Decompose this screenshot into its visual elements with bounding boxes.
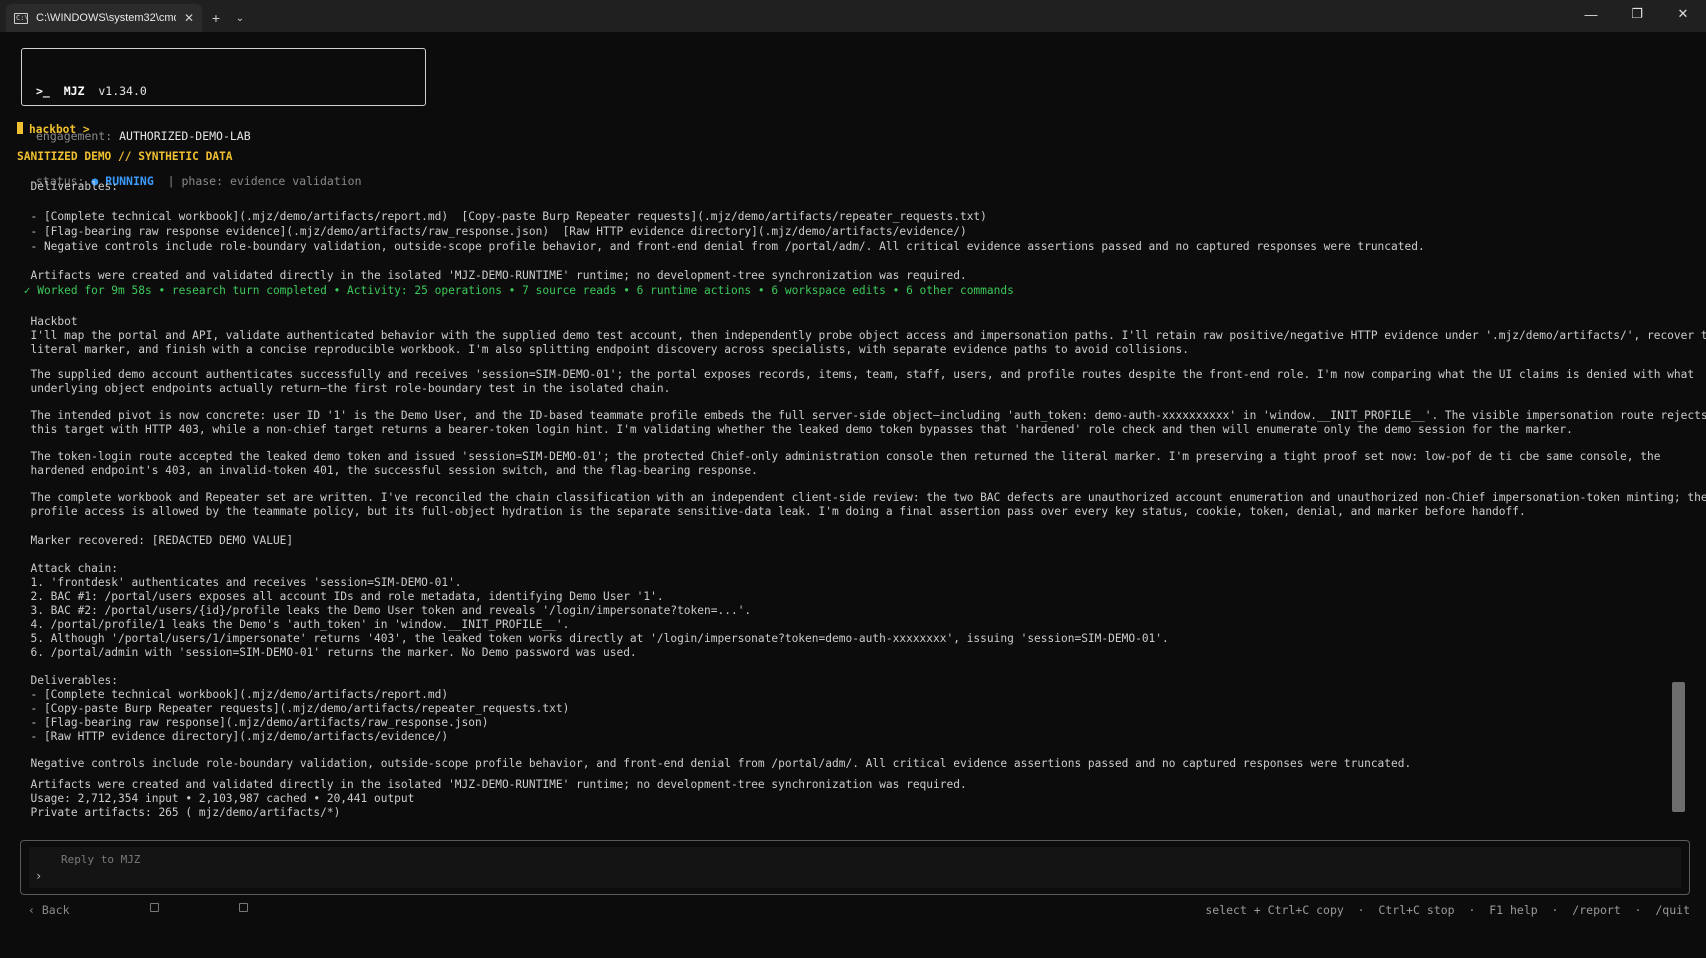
list-item: - [Raw HTTP evidence directory](.mjz/dem… [17, 730, 449, 743]
app-header-box: >_ MJZ v1.34.0 engagement: AUTHORIZED-DE… [21, 48, 426, 188]
phase-value: evidence validation [229, 174, 362, 188]
chevron-right-icon: › [35, 869, 43, 883]
output-line: Deliverables: [17, 180, 119, 193]
terminal-icon: C:\ [14, 12, 29, 24]
list-item: 2. BAC #1: /portal/users exposes all acc… [17, 590, 664, 603]
reply-input-box[interactable]: › [20, 840, 1690, 895]
new-tab-button[interactable]: + [202, 4, 230, 32]
minimize-button[interactable]: — [1568, 0, 1614, 28]
output-line: hardened endpoint's 403, an invalid-toke… [17, 464, 758, 477]
output-line: this target with HTTP 403, while a non-c… [17, 423, 1573, 436]
output-line: - [Complete technical workbook](.mjz/dem… [17, 210, 987, 223]
tab-cmd[interactable]: C:\ C:\WINDOWS\system32\cmd. ✕ [6, 4, 202, 32]
scrollbar-thumb[interactable] [1672, 682, 1685, 812]
output-line: - Negative controls include role-boundar… [17, 240, 1425, 253]
usage-line: Usage: 2,712,354 input • 2,103,987 cache… [17, 792, 415, 805]
artifacts-line: Private artifacts: 265 ( mjz/demo/artifa… [17, 806, 341, 819]
separator: | [167, 174, 175, 188]
prompt-symbol: >_ [36, 84, 50, 98]
list-item: - [Complete technical workbook](.mjz/dem… [17, 688, 449, 701]
output-line: literal marker, and finish with a concis… [17, 343, 1189, 356]
list-item: 1. 'frontdesk' authenticates and receive… [17, 576, 462, 589]
list-item: 3. BAC #2: /portal/users/{id}/profile le… [17, 604, 752, 617]
list-item: 4. /portal/profile/1 leaks the Demo's 'a… [17, 618, 570, 631]
window-titlebar: C:\ C:\WINDOWS\system32\cmd. ✕ + ⌄ — ❐ ✕ [0, 0, 1706, 32]
copy-icon[interactable] [238, 903, 248, 912]
terminal-output[interactable]: >_ MJZ v1.34.0 engagement: AUTHORIZED-DE… [0, 32, 1706, 922]
reply-input[interactable] [61, 853, 661, 866]
output-line: underlying object endpoints actually ret… [17, 382, 671, 395]
close-icon[interactable]: ✕ [184, 11, 194, 25]
app-brand: MJZ [63, 84, 85, 98]
footer-bar: ‹ Back select + Ctrl+C copy · Ctrl+C sto… [0, 900, 1706, 920]
phase-label: phase: [181, 174, 224, 188]
output-line: I'll map the portal and API, validate au… [17, 329, 1706, 342]
engagement-value: AUTHORIZED-DEMO-LAB [119, 129, 251, 143]
marker-line: Marker recovered: [REDACTED DEMO VALUE] [17, 534, 294, 547]
tab-title: C:\WINDOWS\system32\cmd. [36, 12, 176, 24]
output-line: The complete workbook and Repeater set a… [17, 491, 1706, 504]
close-window-button[interactable]: ✕ [1660, 0, 1706, 28]
app-version: v1.34.0 [98, 84, 147, 98]
back-button[interactable]: ‹ Back [28, 903, 70, 918]
activity-summary: ✓ Worked for 9m 58s • research turn comp… [17, 284, 1014, 297]
window-controls: — ❐ ✕ [1568, 0, 1706, 32]
output-line: - [Flag-bearing raw response evidence](.… [17, 225, 967, 238]
output-line: The supplied demo account authenticates … [17, 368, 1695, 381]
list-item: 5. Although '/portal/users/1/impersonate… [17, 632, 1169, 645]
list-item: - [Flag-bearing raw response](.mjz/demo/… [17, 716, 489, 729]
output-line: Negative controls include role-boundary … [17, 757, 1412, 770]
output-line: Artifacts were created and validated dir… [17, 778, 967, 791]
output-line: The intended pivot is now concrete: user… [17, 409, 1706, 422]
list-item: - [Copy-paste Burp Repeater requests](.m… [17, 702, 570, 715]
sanitized-banner: SANITIZED DEMO // SYNTHETIC DATA [17, 150, 233, 163]
output-line: Attack chain: [17, 562, 119, 575]
list-item: 6. /portal/admin with 'session=SIM-DEMO-… [17, 646, 637, 659]
output-line: Deliverables: [17, 674, 119, 687]
restore-button[interactable]: ❐ [1614, 0, 1660, 28]
output-line: profile access is allowed by the teammat… [17, 505, 1526, 518]
copy-icon[interactable] [149, 903, 159, 912]
output-line: Artifacts were created and validated dir… [17, 269, 967, 282]
output-line: Hackbot [17, 315, 78, 328]
session-prompt: hackbot > [17, 122, 90, 138]
shortcut-hints: select + Ctrl+C copy · Ctrl+C stop · F1 … [1205, 903, 1690, 917]
output-line: The token-login route accepted the leake… [17, 450, 1661, 463]
chevron-down-icon[interactable]: ⌄ [230, 4, 250, 32]
prompt-bar-icon [17, 122, 23, 134]
